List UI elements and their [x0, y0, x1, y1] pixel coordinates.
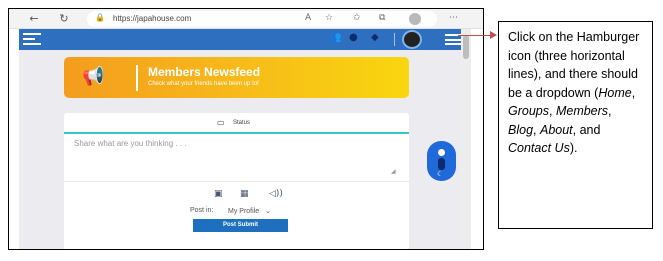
notifications-icon[interactable]: ◆ [371, 32, 379, 43]
favorites-bar-icon[interactable]: ✩ [353, 13, 361, 23]
audio-icon[interactable]: ◁)) [269, 189, 283, 199]
status-card: ▭ Status ◢ ▣ ▦ ◁)) Post in: My Profile ⌄… [64, 113, 409, 249]
callout-arrow-head [490, 31, 497, 39]
status-tab-label: Status [233, 120, 251, 126]
status-input[interactable] [74, 139, 400, 177]
sidebar-menu-icon[interactable] [23, 33, 41, 46]
note-sep: , [631, 85, 636, 100]
post-in-select[interactable]: My Profile ⌄ [228, 207, 271, 215]
note-end: ). [569, 141, 578, 155]
video-icon[interactable]: ▦ [240, 189, 249, 199]
site-header: 👥 ● ◆ [19, 29, 461, 50]
post-in-value: My Profile [228, 208, 260, 215]
theme-toggle[interactable]: ☾ [427, 141, 456, 181]
chat-icon[interactable]: ● [349, 32, 358, 43]
note-about: About [539, 122, 573, 137]
banner-subtitle: Check what your friends have been up to! [148, 81, 259, 87]
page-content: 📢 Members Newsfeed Check what your frien… [19, 50, 461, 249]
sun-icon [438, 149, 445, 156]
reload-icon[interactable]: ↻ [57, 12, 71, 26]
note-home: Home [598, 85, 632, 100]
url-text: https://japahouse.com [113, 14, 192, 23]
profile-icon[interactable] [409, 13, 421, 25]
scrollbar[interactable] [461, 29, 471, 249]
post-in-label: Post in: [190, 207, 214, 214]
note-contact-us: Contact Us [508, 141, 570, 155]
note-sep: , [608, 104, 612, 118]
back-icon[interactable]: ← [27, 12, 41, 26]
note-sep: , and [572, 122, 601, 137]
divider [64, 181, 409, 182]
newsfeed-banner: 📢 Members Newsfeed Check what your frien… [64, 57, 409, 98]
note-members: Members [555, 104, 609, 118]
note-sep: , [549, 104, 556, 118]
note-sep: , [533, 122, 540, 137]
avatar[interactable] [402, 30, 422, 49]
ellipsis-icon[interactable]: ⋯ [449, 13, 458, 23]
favorite-icon[interactable]: ☆ [325, 13, 333, 23]
moon-icon: ☾ [437, 170, 444, 178]
note-groups: Groups [508, 104, 549, 118]
lock-icon: 🔒 [95, 13, 105, 22]
toggle-knob [438, 158, 445, 170]
resize-grip-icon[interactable]: ◢ [391, 168, 396, 175]
megaphone-icon: 📢 [82, 66, 105, 87]
screenshot-frame: ← ↻ 🔒 https://japahouse.com A ☆ ✩ ⧉ ⋯ 👥 … [8, 8, 484, 250]
collections-icon[interactable]: ⧉ [379, 13, 385, 23]
browser-toolbar: ← ↻ 🔒 https://japahouse.com A ☆ ✩ ⧉ ⋯ [9, 9, 483, 29]
photo-icon[interactable]: ▣ [214, 189, 223, 199]
status-icon: ▭ [217, 118, 225, 127]
instruction-note: Click on the Hamburger icon (three horiz… [498, 21, 653, 229]
header-divider [394, 33, 395, 46]
banner-title: Members Newsfeed [148, 65, 261, 79]
friends-icon[interactable]: 👥 [329, 32, 341, 43]
banner-divider [136, 65, 138, 91]
tab-status[interactable]: ▭ Status [64, 113, 409, 134]
post-submit-button[interactable]: Post Submit [193, 219, 288, 232]
read-aloud-icon[interactable]: A [305, 13, 311, 23]
scroll-thumb[interactable] [463, 35, 469, 59]
note-blog: Blog [508, 122, 534, 137]
